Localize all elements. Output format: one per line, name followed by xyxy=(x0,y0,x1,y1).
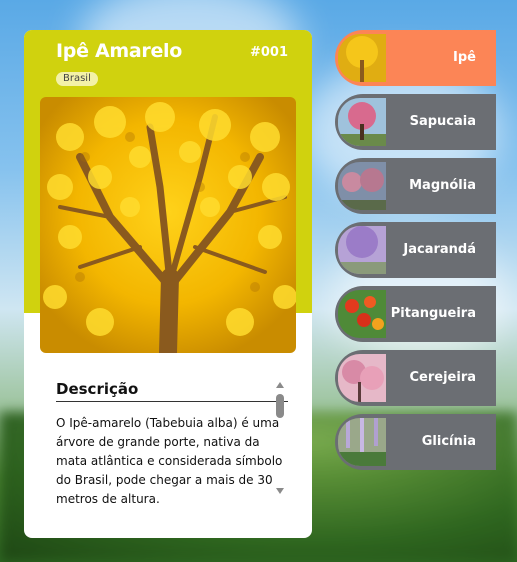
description-section: Descrição O Ipê-amarelo (Tabebuia alba) … xyxy=(56,380,288,508)
description-scrollbar[interactable] xyxy=(274,382,286,494)
nav-item-ipe[interactable]: Ipê xyxy=(335,30,496,86)
jacaranda-thumbnail xyxy=(338,226,386,274)
nav-item-magnolia[interactable]: Magnólia xyxy=(335,158,496,214)
description-title: Descrição xyxy=(56,380,288,402)
nav-item-glicinia[interactable]: Glicínia xyxy=(335,414,496,470)
nav-label: Pitangueira xyxy=(390,306,476,321)
flower-photo xyxy=(40,97,296,353)
flower-card: Ipê Amarelo #001 Brasil Descrição O Ipê-… xyxy=(24,30,312,538)
nav-label: Glicínia xyxy=(421,434,476,449)
card-title: Ipê Amarelo xyxy=(56,40,183,62)
nav-label: Jacarandá xyxy=(403,242,476,257)
pitangueira-thumbnail xyxy=(338,290,386,338)
nav-label: Sapucaia xyxy=(409,114,476,129)
nav-item-cerejeira[interactable]: Cerejeira xyxy=(335,350,496,406)
flower-nav: Ipê Sapucaia Magnólia Jacarandá Pitangue… xyxy=(335,30,496,478)
sapucaia-thumbnail xyxy=(338,98,386,146)
description-text: O Ipê-amarelo (Tabebuia alba) é uma árvo… xyxy=(56,416,283,506)
scroll-down-arrow-icon[interactable] xyxy=(276,488,284,494)
origin-tag: Brasil xyxy=(56,72,98,86)
card-number: #001 xyxy=(249,45,288,60)
scroll-thumb[interactable] xyxy=(276,394,284,418)
glicinia-thumbnail xyxy=(338,418,386,466)
nav-label: Cerejeira xyxy=(409,370,477,385)
nav-label: Ipê xyxy=(453,50,476,65)
cerejeira-thumbnail xyxy=(338,354,386,402)
scroll-up-arrow-icon[interactable] xyxy=(276,382,284,388)
nav-item-jacaranda[interactable]: Jacarandá xyxy=(335,222,496,278)
magnolia-thumbnail xyxy=(338,162,386,210)
nav-label: Magnólia xyxy=(409,178,476,193)
nav-item-sapucaia[interactable]: Sapucaia xyxy=(335,94,496,150)
ipe-thumbnail xyxy=(338,34,386,82)
nav-item-pitangueira[interactable]: Pitangueira xyxy=(335,286,496,342)
